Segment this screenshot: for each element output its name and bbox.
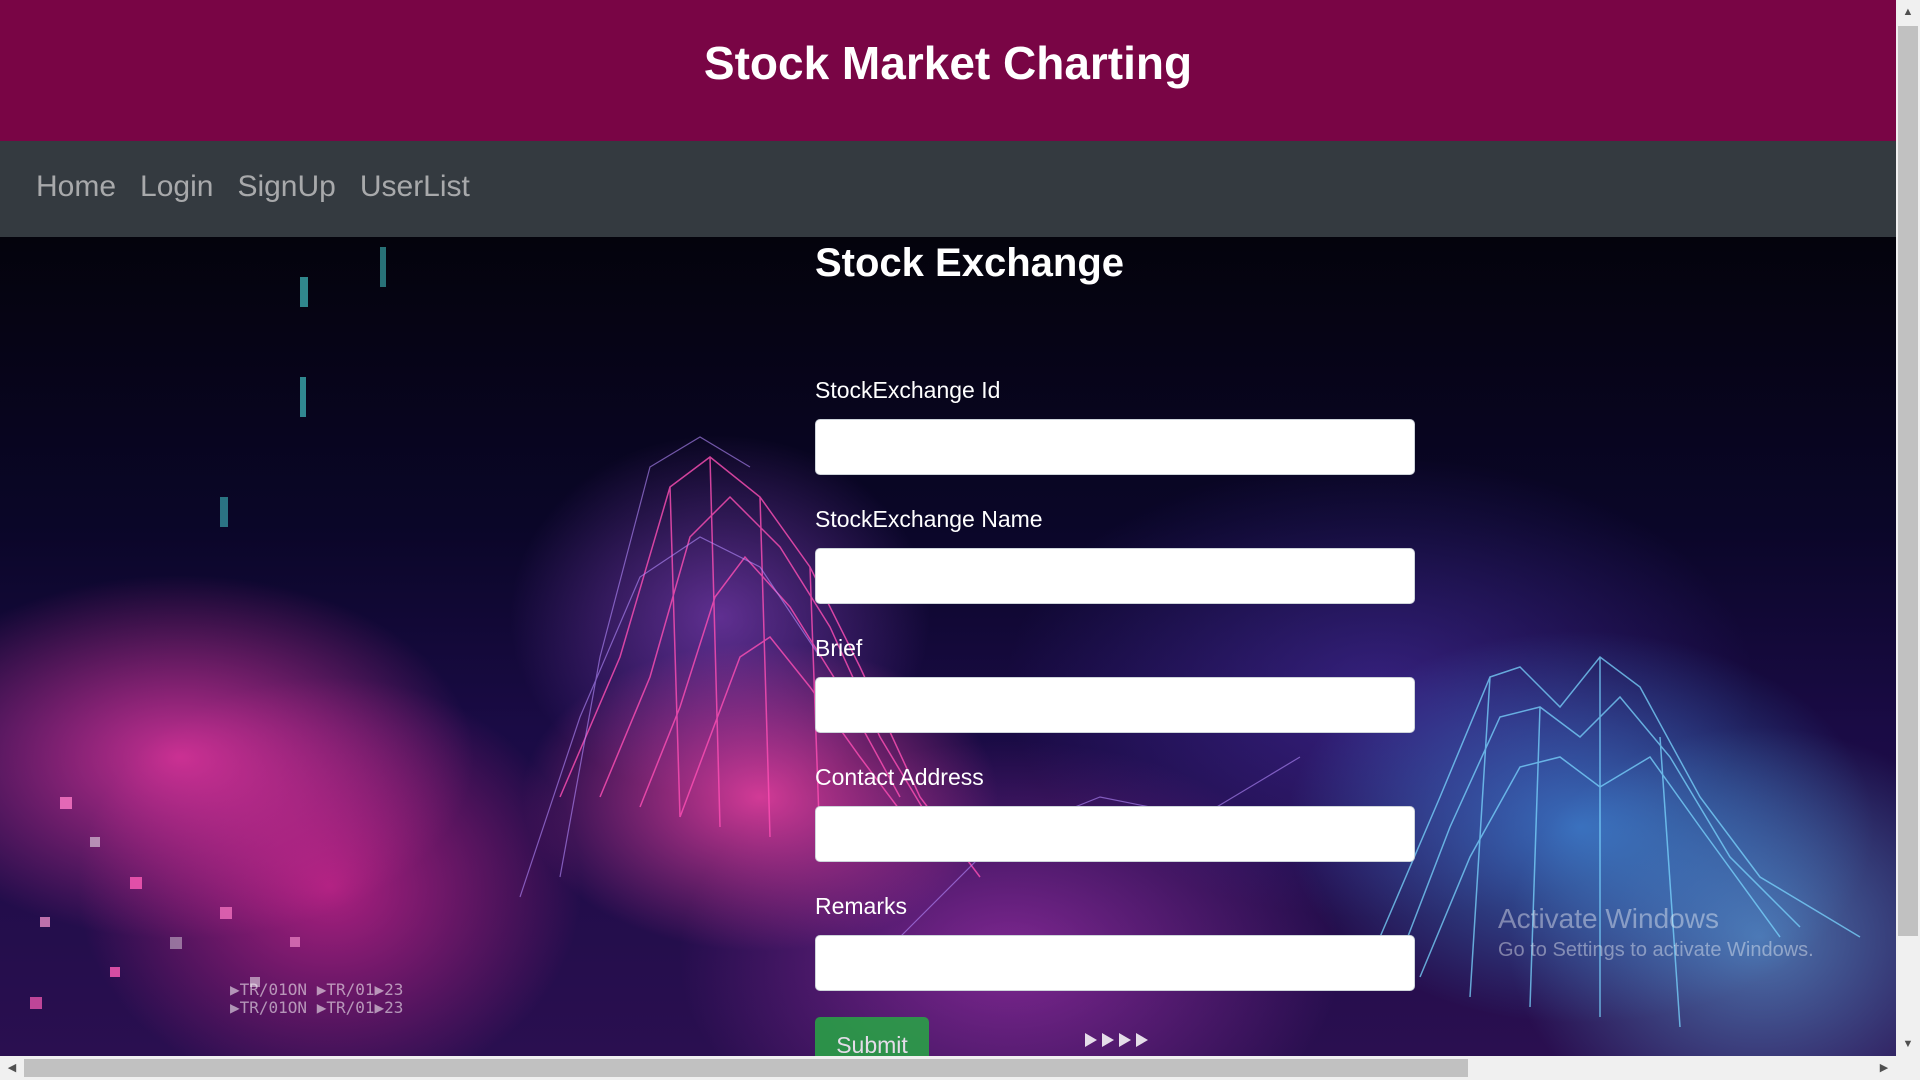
svg-text:▶TR/01ON ▶TR/01▶23: ▶TR/01ON ▶TR/01▶23: [230, 998, 403, 1017]
brief-label: Brief: [815, 635, 863, 661]
browser-viewport: Stock Market Charting Home Login SignUp …: [0, 0, 1896, 1056]
nav-link-login[interactable]: Login: [140, 170, 213, 204]
nav-link-signup[interactable]: SignUp: [237, 170, 335, 204]
contact-address-input[interactable]: [815, 806, 1415, 862]
background-code-text: ▶TR/01ON ▶TR/01▶23 ▶TR/01ON ▶TR/01▶23: [230, 980, 403, 1017]
scroll-right-arrow-icon[interactable]: ▶: [1872, 1056, 1896, 1080]
site-header: Stock Market Charting: [0, 0, 1896, 141]
brief-input[interactable]: [815, 677, 1415, 733]
site-title: Stock Market Charting: [703, 36, 1193, 89]
svg-text:▶TR/01ON ▶TR/01▶23: ▶TR/01ON ▶TR/01▶23: [230, 980, 403, 999]
nav-link-home[interactable]: Home: [36, 170, 116, 204]
vertical-scrollbar[interactable]: ▲ ▼: [1896, 0, 1920, 1056]
navbar: Home Login SignUp UserList: [0, 141, 1896, 237]
pixel-particles: [30, 247, 386, 1009]
stockexchange-id-label: StockExchange Id: [815, 377, 1001, 403]
stockexchange-name-input[interactable]: [815, 548, 1415, 604]
remarks-input[interactable]: [815, 935, 1415, 991]
contact-address-label: Contact Address: [815, 764, 984, 790]
stockexchange-name-label: StockExchange Name: [815, 506, 1043, 532]
blue-wireframe-peak: [1379, 655, 1861, 1028]
scroll-left-arrow-icon[interactable]: ◀: [0, 1056, 24, 1080]
scroll-down-arrow-icon[interactable]: ▼: [1896, 1032, 1920, 1056]
vertical-scrollbar-thumb[interactable]: [1898, 26, 1918, 936]
hero-background-image: ▶TR/01ON ▶TR/01▶23 ▶TR/01ON ▶TR/01▶23: [0, 237, 1896, 1056]
nav-link-userlist[interactable]: UserList: [360, 170, 470, 204]
remarks-label: Remarks: [815, 893, 908, 919]
stockexchange-id-input[interactable]: [815, 419, 1415, 475]
scroll-up-arrow-icon[interactable]: ▲: [1896, 0, 1920, 24]
form-title: Stock Exchange: [815, 241, 1125, 285]
horizontal-scrollbar[interactable]: ◀ ▶: [0, 1056, 1920, 1080]
background-arrows: [1085, 1033, 1148, 1047]
submit-button[interactable]: Submit: [815, 1017, 929, 1056]
horizontal-scrollbar-thumb[interactable]: [24, 1059, 1468, 1077]
data-landscape-illustration: ▶TR/01ON ▶TR/01▶23 ▶TR/01ON ▶TR/01▶23: [30, 247, 1861, 1047]
